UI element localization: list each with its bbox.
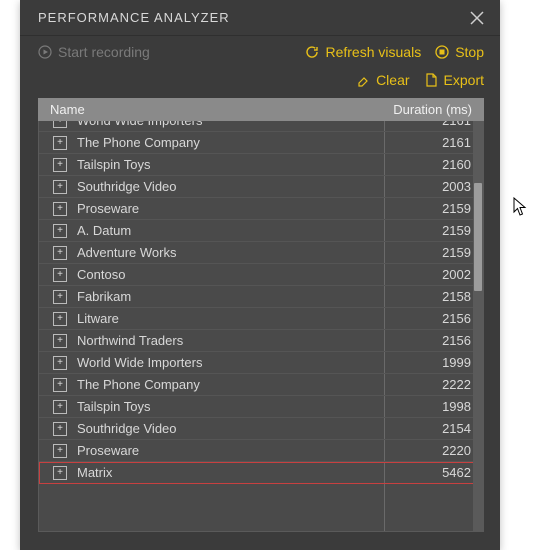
expand-icon[interactable]: +: [53, 158, 67, 172]
stop-button[interactable]: Stop: [435, 44, 484, 60]
row-label: The Phone Company: [77, 135, 391, 150]
expand-icon[interactable]: +: [53, 246, 67, 260]
row-label: Tailspin Toys: [77, 399, 391, 414]
row-duration: 2161: [391, 135, 471, 150]
row-label: Southridge Video: [77, 421, 391, 436]
table-row[interactable]: + Southridge Video2154: [39, 418, 483, 440]
close-icon: [470, 11, 484, 25]
toolbar: Start recording Refresh visuals Stop: [20, 36, 500, 66]
export-button[interactable]: Export: [424, 72, 484, 88]
row-label: Adventure Works: [77, 245, 391, 260]
refresh-visuals-button[interactable]: Refresh visuals: [305, 44, 421, 60]
row-duration: 2159: [391, 201, 471, 216]
row-duration: 1999: [391, 355, 471, 370]
table-row[interactable]: + World Wide Importers1999: [39, 352, 483, 374]
results-list: +World Wide Importers2161+The Phone Comp…: [38, 121, 484, 532]
expand-icon[interactable]: +: [53, 356, 67, 370]
table-row[interactable]: + Proseware2159: [39, 198, 483, 220]
start-recording-label: Start recording: [58, 44, 150, 60]
cursor-icon: [513, 197, 529, 217]
export-icon: [424, 73, 438, 87]
table-row[interactable]: + Tailspin Toys2160: [39, 154, 483, 176]
row-label: Tailspin Toys: [77, 157, 391, 172]
row-label: Northwind Traders: [77, 333, 391, 348]
row-duration: 2161: [391, 121, 471, 128]
row-duration: 2156: [391, 333, 471, 348]
row-duration: 2154: [391, 421, 471, 436]
eraser-icon: [356, 73, 370, 87]
expand-icon[interactable]: +: [53, 334, 67, 348]
row-duration: 2159: [391, 245, 471, 260]
row-label: Matrix: [77, 465, 391, 480]
expand-icon[interactable]: +: [53, 224, 67, 238]
stop-icon: [435, 45, 449, 59]
row-label: Fabrikam: [77, 289, 391, 304]
row-duration: 2158: [391, 289, 471, 304]
clear-label: Clear: [376, 72, 409, 88]
expand-icon[interactable]: +: [53, 180, 67, 194]
row-label: Southridge Video: [77, 179, 391, 194]
expand-icon[interactable]: +: [53, 121, 67, 128]
row-duration: 2222: [391, 377, 471, 392]
table-row[interactable]: + A. Datum2159: [39, 220, 483, 242]
table-row[interactable]: + Northwind Traders2156: [39, 330, 483, 352]
row-duration: 2159: [391, 223, 471, 238]
row-label: Litware: [77, 311, 391, 326]
row-label: Proseware: [77, 201, 391, 216]
table-row[interactable]: + Matrix5462: [39, 462, 483, 484]
panel-title: PERFORMANCE ANALYZER: [38, 10, 230, 25]
row-label: Proseware: [77, 443, 391, 458]
table-row[interactable]: + Fabrikam2158: [39, 286, 483, 308]
expand-icon[interactable]: +: [53, 268, 67, 282]
table-header: Name Duration (ms): [38, 98, 484, 121]
row-label: Contoso: [77, 267, 391, 282]
expand-icon[interactable]: +: [53, 422, 67, 436]
expand-icon[interactable]: +: [53, 378, 67, 392]
table-row[interactable]: + Contoso2002: [39, 264, 483, 286]
row-duration: 2002: [391, 267, 471, 282]
row-label: World Wide Importers: [77, 355, 391, 370]
table-row[interactable]: + The Phone Company2161: [39, 132, 483, 154]
column-header-name[interactable]: Name: [50, 102, 372, 117]
expand-icon[interactable]: +: [53, 136, 67, 150]
expand-icon[interactable]: +: [53, 466, 67, 480]
scrollbar-thumb[interactable]: [474, 183, 482, 291]
expand-icon[interactable]: +: [53, 312, 67, 326]
close-button[interactable]: [470, 11, 484, 25]
column-header-duration[interactable]: Duration (ms): [372, 102, 472, 117]
clear-button[interactable]: Clear: [356, 72, 409, 88]
refresh-icon: [305, 45, 319, 59]
scrollbar-track[interactable]: [473, 121, 483, 531]
table-row[interactable]: + Southridge Video2003: [39, 176, 483, 198]
refresh-visuals-label: Refresh visuals: [325, 44, 421, 60]
expand-icon[interactable]: +: [53, 290, 67, 304]
row-label: World Wide Importers: [77, 121, 391, 128]
table-row[interactable]: + Proseware2220: [39, 440, 483, 462]
export-label: Export: [444, 72, 484, 88]
table-row[interactable]: + The Phone Company2222: [39, 374, 483, 396]
row-duration: 5462: [391, 465, 471, 480]
row-duration: 2220: [391, 443, 471, 458]
expand-icon[interactable]: +: [53, 444, 67, 458]
expand-icon[interactable]: +: [53, 400, 67, 414]
record-icon: [38, 45, 52, 59]
table-row[interactable]: + World Wide Importers2161: [39, 121, 483, 132]
row-label: A. Datum: [77, 223, 391, 238]
row-duration: 2160: [391, 157, 471, 172]
table-row[interactable]: + Litware2156: [39, 308, 483, 330]
row-duration: 2156: [391, 311, 471, 326]
row-label: The Phone Company: [77, 377, 391, 392]
row-duration: 1998: [391, 399, 471, 414]
start-recording-button[interactable]: Start recording: [38, 44, 150, 60]
table-row[interactable]: + Tailspin Toys1998: [39, 396, 483, 418]
row-duration: 2003: [391, 179, 471, 194]
table-row[interactable]: + Adventure Works2159: [39, 242, 483, 264]
expand-icon[interactable]: +: [53, 202, 67, 216]
subtoolbar: Clear Export: [20, 66, 500, 98]
performance-analyzer-panel: PERFORMANCE ANALYZER Start recording Ref…: [20, 0, 500, 550]
stop-label: Stop: [455, 44, 484, 60]
titlebar: PERFORMANCE ANALYZER: [20, 0, 500, 36]
